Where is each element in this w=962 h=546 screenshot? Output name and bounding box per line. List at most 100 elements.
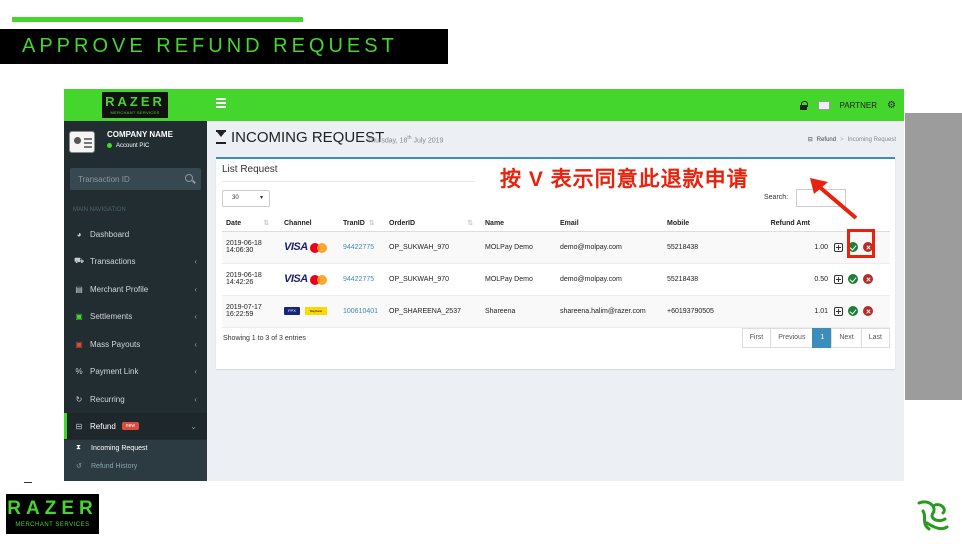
col-tranid[interactable]: TranID ⇅ — [339, 216, 385, 232]
lock-icon[interactable] — [799, 100, 808, 110]
slide-title: APPROVE REFUND REQUEST — [22, 35, 398, 57]
reject-x-icon[interactable] — [863, 306, 873, 316]
approve-check-icon[interactable] — [848, 306, 858, 316]
refund-submenu: ⧗ Incoming Request ↺ Refund History — [64, 440, 207, 481]
cell-channel: VISA — [280, 231, 339, 264]
approve-check-icon[interactable] — [848, 274, 858, 284]
cell-actions — [830, 295, 890, 328]
user-panel: COMPANY NAME Account PIC — [64, 121, 207, 163]
sidebar-item-dashboard[interactable]: ◕ Dashboard — [64, 221, 207, 247]
fpx-logo: FPX — [284, 307, 300, 315]
sidebar-item-mass-payouts[interactable]: ▣ Mass Payouts ‹ — [64, 331, 207, 357]
chevron-left-icon: ‹ — [194, 311, 197, 321]
col-orderid[interactable]: OrderID ⇅ — [385, 216, 481, 232]
page-length-value: 30 — [232, 195, 239, 201]
sidebar-item-label: Mass Payouts — [90, 339, 141, 349]
transaction-search-input[interactable] — [70, 168, 180, 190]
col-channel[interactable]: Channel — [280, 216, 339, 232]
table-row: 2019-06-18 14:42:26 VISA 94422775 OP_SUKW… — [222, 263, 890, 296]
footer-logo-text: RAZER — [7, 498, 98, 519]
details-plus-icon[interactable] — [834, 306, 843, 316]
money-icon: ▣ — [75, 311, 83, 321]
cart-icon: ⛟ — [74, 256, 85, 265]
sidebar-item-label: Dashboard — [90, 229, 130, 239]
gear-icon[interactable]: ⚙ — [887, 100, 896, 111]
search-icon[interactable] — [185, 174, 193, 182]
cell-mobile: 55218438 — [663, 263, 730, 296]
user-icon[interactable] — [817, 100, 830, 110]
entries-info: Showing 1 to 3 of 3 entries — [223, 335, 306, 342]
sidebar-search — [70, 168, 201, 190]
new-badge: new — [121, 422, 139, 430]
pager-page-1[interactable]: 1 — [812, 328, 833, 348]
cell-tranid[interactable]: 100610401 — [339, 295, 385, 328]
slide-title-bar: APPROVE REFUND REQUEST — [0, 29, 448, 64]
pager-first[interactable]: First — [741, 328, 772, 348]
online-dot-icon — [107, 143, 112, 148]
box-title: List Request — [222, 164, 278, 175]
sidebar-item-transactions[interactable]: ⛟ Transactions ‹ — [64, 248, 207, 274]
visa-logo: VISA — [284, 272, 308, 285]
details-plus-icon[interactable] — [834, 274, 843, 284]
pager-next[interactable]: Next — [831, 328, 862, 348]
avatar — [69, 131, 95, 153]
submenu-refund-history[interactable]: ↺ Refund History — [76, 462, 137, 471]
search-label: Search: — [764, 194, 789, 201]
sidebar-item-recurring[interactable]: ↻ Recurring ‹ — [64, 386, 207, 412]
recurring-icon: ↻ — [75, 394, 83, 404]
account-label: Account PIC — [116, 143, 150, 150]
sidebar-item-settlements[interactable]: ▣ Settlements ‹ — [64, 303, 207, 329]
cell-orderid: OP_SUKWAH_970 — [385, 263, 481, 296]
reject-x-icon[interactable] — [863, 274, 873, 284]
chevron-left-icon: ‹ — [194, 366, 197, 376]
breadcrumb-separator: > — [840, 136, 844, 143]
page-length-select[interactable]: 30 ▾ — [222, 190, 270, 207]
partner-label[interactable]: PARTNER — [840, 101, 878, 110]
sidebar-item-label: Refund — [90, 421, 116, 431]
razer-snake-icon — [917, 500, 949, 531]
hourglass-icon — [216, 130, 226, 144]
submenu-incoming-request[interactable]: ⧗ Incoming Request — [76, 444, 147, 452]
divider — [24, 482, 32, 483]
chevron-left-icon: ‹ — [194, 284, 197, 294]
chevron-down-icon: ⌄ — [190, 421, 197, 431]
footer-razer-logo: RAZER MERCHANT SERVICES — [6, 494, 99, 534]
sidebar-item-label: Settlements — [90, 311, 133, 321]
col-mobile[interactable]: Mobile — [663, 216, 730, 232]
sidebar-item-label: Payment Link — [90, 366, 139, 376]
divider — [222, 181, 475, 182]
table-row: 2019-07-17 16:22:59 FPX Maybank 100610401 … — [222, 295, 890, 328]
col-date[interactable]: Date ⇅ — [222, 216, 280, 232]
chevron-left-icon: ‹ — [194, 339, 197, 349]
page-date: Thursday, 18th July 2019 — [367, 135, 444, 145]
link-icon: % — [75, 366, 83, 376]
cell-tranid[interactable]: 94422775 — [339, 263, 385, 296]
cell-email: shareena.halim@razer.com — [556, 295, 663, 328]
breadcrumb: ⊟ Refund > Incoming Request — [808, 136, 896, 144]
cell-orderid: OP_SHAREENA_2537 — [385, 295, 481, 328]
payout-icon: ▣ — [75, 339, 83, 349]
sidebar-item-label: Merchant Profile — [90, 284, 149, 294]
details-plus-icon[interactable] — [834, 242, 843, 252]
nav-header: MAIN NAVIGATION — [73, 207, 126, 213]
breadcrumb-refund[interactable]: Refund — [817, 137, 836, 143]
profile-icon: ▤ — [75, 284, 83, 294]
annotation-arrow-icon — [810, 178, 858, 220]
sidebar-item-payment-link[interactable]: % Payment Link ‹ — [64, 358, 207, 384]
menu-icon[interactable] — [216, 98, 226, 110]
sidebar-item-merchant-profile[interactable]: ▤ Merchant Profile ‹ — [64, 276, 207, 302]
cell-channel: VISA — [280, 263, 339, 296]
sidebar-item-refund[interactable]: ⊟ Refund new ⌄ — [64, 413, 207, 439]
cell-tranid[interactable]: 94422775 — [339, 231, 385, 264]
pager-last[interactable]: Last — [860, 328, 890, 348]
pager-previous[interactable]: Previous — [770, 328, 814, 348]
breadcrumb-current: Incoming Request — [847, 136, 896, 143]
cell-name: MOLPay Demo — [481, 231, 556, 264]
account-status: Account PIC — [107, 143, 149, 149]
col-email[interactable]: Email — [556, 216, 663, 232]
sort-icon: ⇅ — [368, 220, 375, 228]
razer-logo[interactable]: RAZER MERCHANT SERVICES — [102, 92, 168, 118]
cell-mobile: 55218438 — [663, 231, 730, 264]
col-name[interactable]: Name — [481, 216, 556, 232]
cell-name: Shareena — [481, 295, 556, 328]
